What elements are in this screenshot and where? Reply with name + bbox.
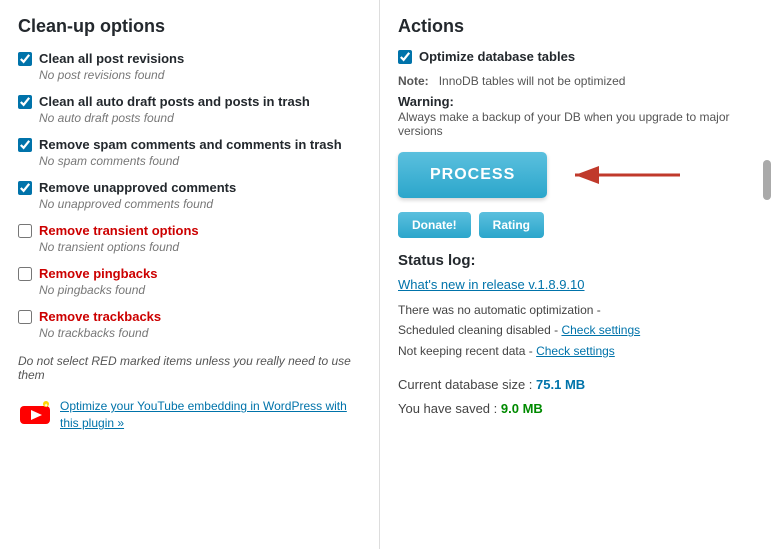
option-label-4[interactable]: Remove unapproved comments [18, 180, 361, 195]
action-links-row: Donate! Rating [398, 212, 753, 238]
option-checkbox-1[interactable] [18, 52, 32, 66]
option-sub-6: No pingbacks found [39, 283, 361, 297]
saved-label: You have saved : [398, 401, 497, 416]
note-row: Note: InnoDB tables will not be optimize… [398, 74, 753, 88]
process-row: PROCESS [398, 152, 753, 198]
note-label: Note: [398, 74, 429, 88]
option-label-6[interactable]: Remove pingbacks [18, 266, 361, 281]
note-text: InnoDB tables will not be optimized [439, 74, 626, 88]
option-checkbox-3[interactable] [18, 138, 32, 152]
youtube-promo: ✦ Optimize your YouTube embedding in Wor… [18, 398, 361, 432]
option-checkbox-7[interactable] [18, 310, 32, 324]
check-settings-link2[interactable]: Check settings [536, 344, 615, 358]
option-item-6: Remove pingbacks No pingbacks found [18, 266, 361, 297]
red-warning-text: Do not select RED marked items unless yo… [18, 354, 361, 382]
option-checkbox-5[interactable] [18, 224, 32, 238]
option-checkbox-2[interactable] [18, 95, 32, 109]
option-sub-7: No trackbacks found [39, 326, 361, 340]
option-checkbox-4[interactable] [18, 181, 32, 195]
option-label-5[interactable]: Remove transient options [18, 223, 361, 238]
svg-text:✦: ✦ [44, 403, 48, 409]
db-info-block: Current database size : 75.1 MB You have… [398, 373, 753, 420]
saved-row: You have saved : 9.0 MB [398, 397, 753, 420]
optimize-db-row: Optimize database tables [398, 49, 753, 64]
db-size-label: Current database size : [398, 377, 532, 392]
option-label-3[interactable]: Remove spam comments and comments in tra… [18, 137, 361, 152]
status-log-title: Status log: [398, 252, 753, 269]
warning-text: Always make a backup of your DB when you… [398, 110, 753, 138]
process-button[interactable]: PROCESS [398, 152, 547, 198]
status-line3-text: Not keeping recent data - [398, 344, 536, 358]
option-label-7[interactable]: Remove trackbacks [18, 309, 361, 324]
youtube-icon: ✦ [18, 398, 52, 432]
option-item-2: Clean all auto draft posts and posts in … [18, 94, 361, 125]
option-sub-2: No auto draft posts found [39, 111, 361, 125]
option-checkbox-6[interactable] [18, 267, 32, 281]
option-label-2[interactable]: Clean all auto draft posts and posts in … [18, 94, 361, 109]
option-sub-4: No unapproved comments found [39, 197, 361, 211]
option-item-1: Clean all post revisions No post revision… [18, 51, 361, 82]
status-line1: There was no automatic optimization - [398, 303, 601, 317]
optimize-db-label[interactable]: Optimize database tables [419, 49, 575, 64]
status-line2-text: Scheduled cleaning disabled - [398, 323, 561, 337]
option-item-7: Remove trackbacks No trackbacks found [18, 309, 361, 340]
release-notes-link[interactable]: What's new in release v.1.8.9.10 [398, 277, 753, 292]
option-item-3: Remove spam comments and comments in tra… [18, 137, 361, 168]
option-item-5: Remove transient options No transient opt… [18, 223, 361, 254]
option-sub-1: No post revisions found [39, 68, 361, 82]
db-size-value: 75.1 MB [536, 377, 585, 392]
arrow-indicator [565, 160, 685, 190]
warning-row: Warning: Always make a backup of your DB… [398, 94, 753, 138]
saved-value: 9.0 MB [501, 401, 543, 416]
option-sub-3: No spam comments found [39, 154, 361, 168]
check-settings-link1[interactable]: Check settings [561, 323, 640, 337]
left-panel: Clean-up options Clean all post revision… [0, 0, 380, 549]
option-label-1[interactable]: Clean all post revisions [18, 51, 361, 66]
left-panel-title: Clean-up options [18, 16, 361, 37]
option-item-4: Remove unapproved comments No unapproved … [18, 180, 361, 211]
status-text-block: There was no automatic optimization - Sc… [398, 300, 753, 361]
right-panel: Actions Optimize database tables Note: I… [380, 0, 771, 549]
scrollbar[interactable] [763, 160, 771, 200]
optimize-db-checkbox[interactable] [398, 50, 412, 64]
rating-button[interactable]: Rating [479, 212, 544, 238]
db-size-row: Current database size : 75.1 MB [398, 373, 753, 396]
warning-label: Warning: [398, 94, 753, 109]
option-sub-5: No transient options found [39, 240, 361, 254]
youtube-promo-link[interactable]: Optimize your YouTube embedding in WordP… [60, 398, 361, 432]
right-panel-title: Actions [398, 16, 753, 37]
donate-button[interactable]: Donate! [398, 212, 471, 238]
